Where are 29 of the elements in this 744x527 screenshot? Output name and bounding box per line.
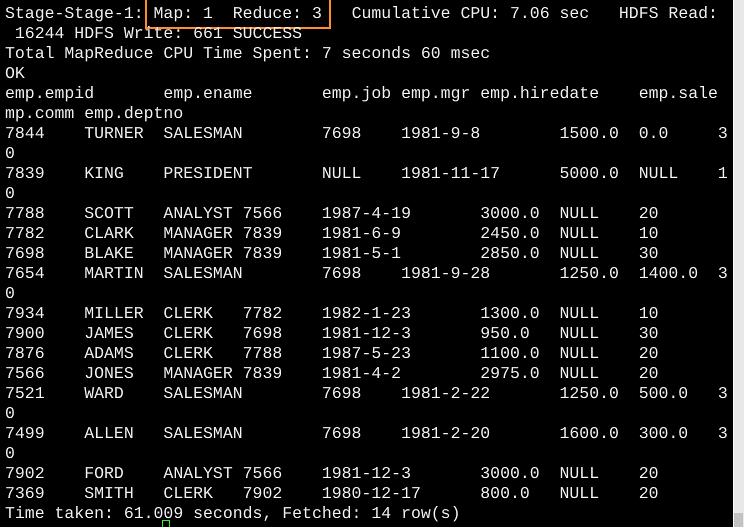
terminal-line: 7902 FORD ANALYST 7566 1981-12-3 3000.0 NULL 20 xyxy=(5,464,659,483)
terminal-line: OK xyxy=(5,64,25,83)
terminal-line: Total MapReduce CPU Time Spent: 7 seconds 60 msec xyxy=(5,44,490,63)
scrollbar-thumb[interactable] xyxy=(734,513,743,527)
cursor-icon xyxy=(162,520,170,527)
terminal-line: 7698 BLAKE MANAGER 7839 1981-5-1 2850.0 NULL 30 xyxy=(5,244,659,263)
terminal-line: 7521 WARD SALESMAN 7698 1981-2-22 1250.0 500.0 3 xyxy=(5,384,728,403)
terminal-line: 7788 SCOTT ANALYST 7566 1987-4-19 3000.0 NULL 20 xyxy=(5,204,659,223)
terminal-line: 7844 TURNER SALESMAN 7698 1981-9-8 1500.0 0.0 3 xyxy=(5,124,728,143)
terminal-line: 0 xyxy=(5,444,15,463)
terminal-line: emp.empid emp.ename emp.job emp.mgr emp.hiredate emp.sale xyxy=(5,84,718,103)
terminal-line: 7839 KING PRESIDENT NULL 1981-11-17 5000.0 NULL 1 xyxy=(5,164,728,183)
terminal-line: 7900 JAMES CLERK 7698 1981-12-3 950.0 NULL 30 xyxy=(5,324,659,343)
terminal-line: 0 xyxy=(5,284,15,303)
scrollbar[interactable] xyxy=(733,0,744,527)
terminal-line: 7499 ALLEN SALESMAN 7698 1981-2-20 1600.0 300.0 3 xyxy=(5,424,728,443)
terminal-line: 7566 JONES MANAGER 7839 1981-4-2 2975.0 NULL 20 xyxy=(5,364,659,383)
terminal-line: Time taken: 61.009 seconds, Fetched: 14 row(s) xyxy=(5,504,460,523)
terminal-line: 7876 ADAMS CLERK 7788 1987-5-23 1100.0 NULL 20 xyxy=(5,344,659,363)
terminal-text: Cumulative CPU: 7.06 sec HDFS Read: xyxy=(350,4,718,23)
terminal-line: 0 xyxy=(5,184,15,203)
terminal-line: 7369 SMITH CLERK 7902 1980-12-17 800.0 NULL 20 xyxy=(5,484,659,503)
terminal-line: 7654 MARTIN SALESMAN 7698 1981-9-28 1250.0 1400.0 3 xyxy=(5,264,728,283)
terminal-line: 7934 MILLER CLERK 7782 1982-1-23 1300.0 NULL 10 xyxy=(5,304,659,323)
terminal-line: 0 xyxy=(5,404,15,423)
terminal-line: mp.comm emp.deptno xyxy=(5,104,184,123)
terminal-text: Stage-Stage-1: xyxy=(5,4,145,23)
terminal-line: 7782 CLARK MANAGER 7839 1981-6-9 2450.0 NULL 10 xyxy=(5,224,659,243)
terminal-line: 0 xyxy=(5,144,15,163)
